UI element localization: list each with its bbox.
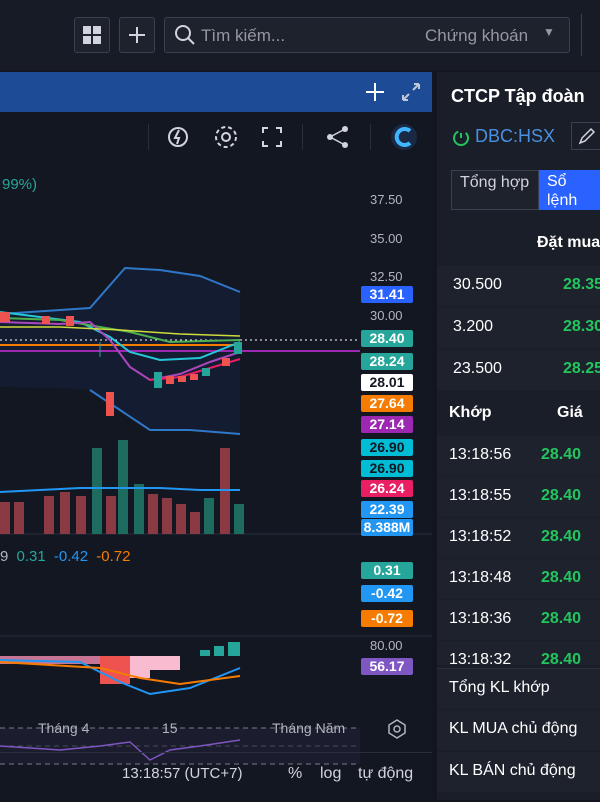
macd-histogram — [0, 642, 241, 696]
price-badge: 28.24 — [361, 353, 413, 370]
chart-panel: 99%) 37.50 35.00 32.50 30.00 80.00 9 0.3… — [0, 72, 432, 800]
orderbook-row: 30.500 28.35 — [437, 266, 600, 306]
brand-logo — [386, 112, 422, 162]
trades-header: Khớp Giá — [449, 404, 583, 421]
tab-bar: Tổng hợp Sổ lệnh — [451, 170, 600, 210]
clock: 13:18:57 (UTC+7) — [122, 765, 243, 782]
add-button[interactable] — [119, 17, 155, 53]
chevron-down-icon: ▼ — [543, 25, 555, 39]
refresh-icon[interactable] — [451, 128, 471, 148]
trade-row: 13:18:55 28.40 — [437, 477, 600, 517]
price-badge: 8.388M — [361, 519, 413, 536]
trade-row: 13:18:36 28.40 — [437, 600, 600, 640]
price-badge: 26.90 — [361, 439, 413, 456]
price-badge: 31.41 — [361, 286, 413, 303]
trade-row: 13:18:52 28.40 — [437, 518, 600, 558]
fullscreen-button[interactable] — [256, 112, 288, 162]
orderbook-row: 23.500 28.25 — [437, 350, 600, 390]
macd-legend: 9 0.31 -0.42 -0.72 — [0, 548, 131, 565]
summary-row: KL MUA chủ động — [437, 710, 600, 750]
volume-bars — [0, 440, 244, 534]
time-label: 15 — [162, 720, 178, 736]
search-box[interactable]: Tìm kiếm... Chứng khoán ▼ — [164, 17, 570, 53]
company-name: CTCP Tập đoàn — [451, 86, 585, 106]
axis-settings-icon[interactable] — [386, 718, 408, 740]
gear-icon — [215, 126, 237, 148]
chart-bottom-bar: 13:18:57 (UTC+7) % log tự động — [0, 752, 432, 801]
divider — [581, 14, 582, 56]
grid-icon — [83, 26, 101, 44]
price-badge: 28.01 — [361, 374, 413, 391]
time-label: Tháng 4 — [38, 720, 90, 736]
edit-button[interactable] — [571, 122, 600, 150]
right-panel: CTCP Tập đoàn DBC:HSX Tổng hợp Sổ lệnh Đ… — [437, 72, 600, 800]
c-logo-icon — [391, 124, 417, 150]
price-badge: 56.17 — [361, 658, 413, 675]
price-badge: -0.42 — [361, 585, 413, 602]
time-label: Tháng Năm — [272, 720, 346, 736]
chart-header — [0, 72, 432, 112]
buy-header: Đặt mua — [537, 234, 600, 251]
top-bar: Tìm kiếm... Chứng khoán ▼ — [0, 0, 600, 70]
trade-row: 13:18:48 28.40 — [437, 559, 600, 599]
search-icon — [175, 25, 195, 45]
tab-tong-hop[interactable]: Tổng hợp — [451, 170, 539, 210]
auto-toggle[interactable]: tự động — [358, 765, 413, 783]
divider — [370, 124, 371, 150]
expand-icon[interactable] — [399, 80, 423, 104]
fullscreen-icon — [262, 127, 282, 147]
divider — [302, 124, 303, 150]
plus-icon — [129, 27, 145, 43]
price-badge: 27.64 — [361, 395, 413, 412]
divider — [148, 124, 149, 150]
settings-button[interactable] — [210, 112, 242, 162]
category-select[interactable]: Chứng khoán — [425, 26, 528, 46]
price-badge: -0.72 — [361, 610, 413, 627]
tab-so-lenh[interactable]: Sổ lệnh — [539, 170, 600, 210]
chart-toolbar — [0, 112, 432, 162]
log-toggle[interactable]: log — [320, 765, 341, 783]
summary-row: Tổng KL khớp — [437, 668, 600, 709]
price-badge: 0.31 — [361, 562, 413, 579]
indicators-button[interactable] — [162, 112, 194, 162]
search-input[interactable]: Tìm kiếm... — [201, 26, 285, 46]
trade-row: 13:18:32 28.40 — [437, 641, 600, 665]
percent-toggle[interactable]: % — [288, 765, 302, 783]
trade-row: 13:18:56 28.40 — [437, 436, 600, 476]
add-chart-icon[interactable] — [363, 80, 387, 104]
price-badge: 22.39 — [361, 501, 413, 518]
share-button[interactable] — [322, 112, 354, 162]
lightning-icon — [168, 127, 188, 147]
price-badge: 26.24 — [361, 480, 413, 497]
price-badge: 27.14 — [361, 416, 413, 433]
price-badge: 28.40 — [361, 330, 413, 347]
pencil-icon — [578, 127, 596, 145]
share-icon — [327, 126, 348, 148]
summary-row: KL BÁN chủ động — [437, 752, 600, 792]
price-badge: 26.90 — [361, 460, 413, 477]
layout-grid-button[interactable] — [74, 17, 110, 53]
ticker-symbol[interactable]: DBC:HSX — [475, 126, 555, 147]
orderbook-row: 3.200 28.30 — [437, 308, 600, 348]
